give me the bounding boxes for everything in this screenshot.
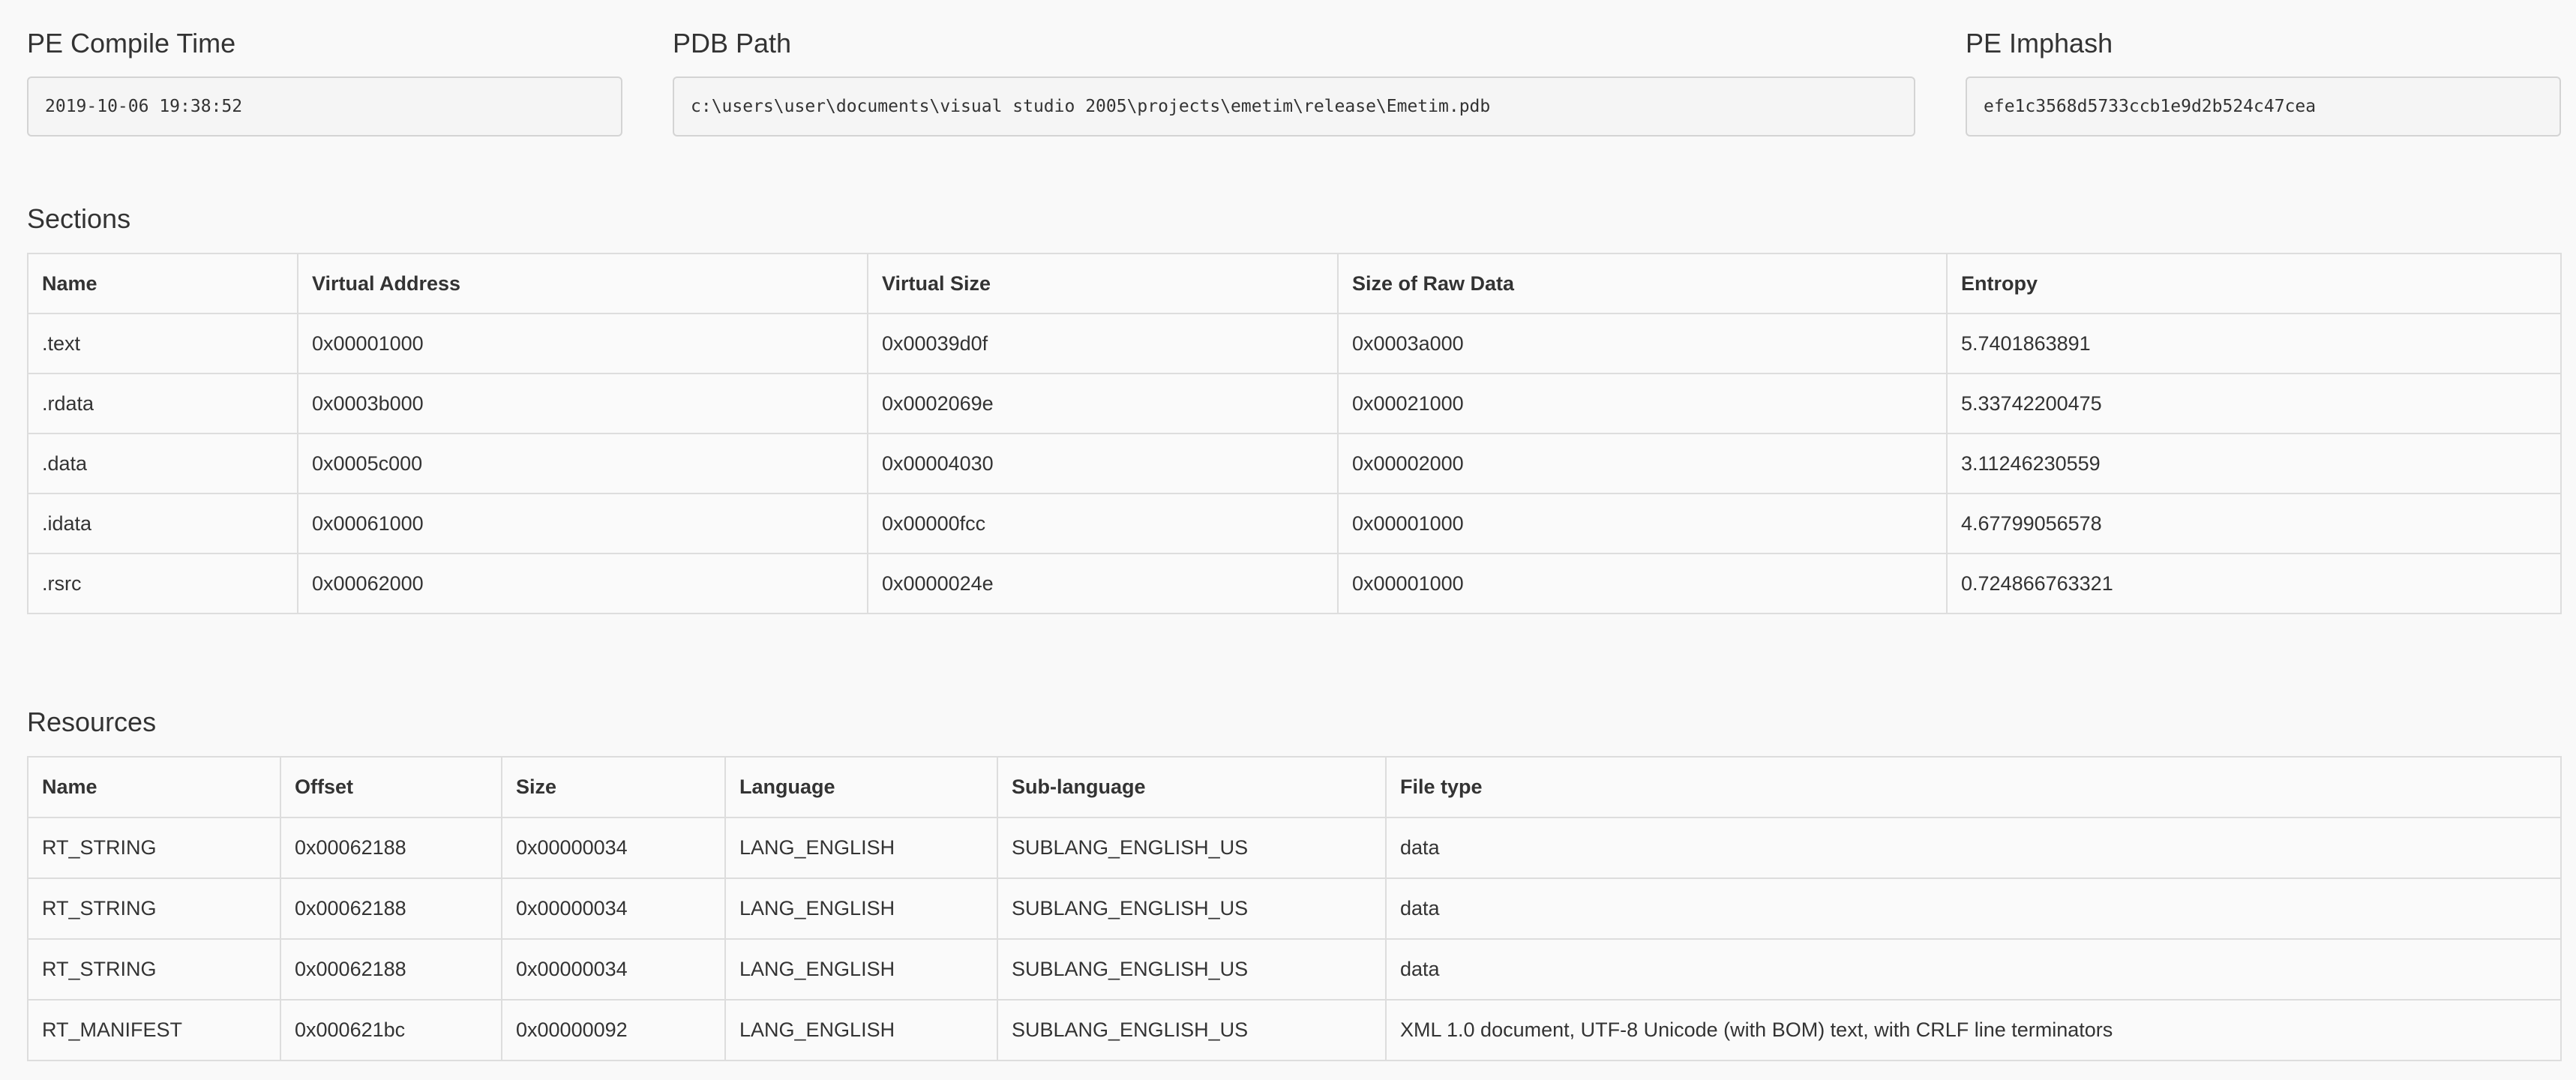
table-row: .text 0x00001000 0x00039d0f 0x0003a000 5… [27,313,2562,374]
table-row: .rsrc 0x00062000 0x0000024e 0x00001000 0… [27,553,2562,614]
resource-offset: 0x000621bc [280,999,502,1061]
resource-language: LANG_ENGLISH [724,938,998,1000]
imphash-label: PE Imphash [1966,28,2113,58]
page: PE Compile Time 2019-10-06 19:38:52 PDB … [0,0,2576,1080]
section-entropy: 5.7401863891 [1946,313,2562,374]
resource-file-type: data [1385,817,2562,879]
imphash-value[interactable]: efe1c3568d5733ccb1e9d2b524c47cea [1966,76,2561,136]
section-name: .data [27,433,298,494]
sections-header-row: Name Virtual Address Virtual Size Size o… [27,253,2562,314]
table-row: RT_STRING 0x00062188 0x00000034 LANG_ENG… [27,938,2562,1000]
section-name: .text [27,313,298,374]
table-row: RT_MANIFEST 0x000621bc 0x00000092 LANG_E… [27,999,2562,1061]
section-raw-size: 0x00021000 [1337,373,1948,434]
section-name: .rdata [27,373,298,434]
resources-header-row: Name Offset Size Language Sub-language F… [27,756,2562,818]
section-entropy: 4.67799056578 [1946,493,2562,554]
resource-name: RT_MANIFEST [27,999,281,1061]
resource-language: LANG_ENGLISH [724,878,998,940]
resource-name: RT_STRING [27,817,281,879]
resources-col-name: Name [27,756,281,818]
resource-name: RT_STRING [27,878,281,940]
resource-language: LANG_ENGLISH [724,817,998,879]
resource-file-type: XML 1.0 document, UTF-8 Unicode (with BO… [1385,999,2562,1061]
resource-size: 0x00000034 [501,817,726,879]
section-virtual-size: 0x00039d0f [867,313,1339,374]
resources-title: Resources [27,706,157,737]
resource-offset: 0x00062188 [280,878,502,940]
pdb-path-value[interactable]: c:\users\user\documents\visual studio 20… [673,76,1915,136]
imphash-field: PE Imphash efe1c3568d5733ccb1e9d2b524c47… [1966,27,2561,136]
resource-sub-language: SUBLANG_ENGLISH_US [997,999,1387,1061]
resources-table: Name Offset Size Language Sub-language F… [27,756,2562,1061]
section-virtual-size: 0x00000fcc [867,493,1339,554]
resource-offset: 0x00062188 [280,938,502,1000]
resource-size: 0x00000034 [501,938,726,1000]
section-entropy: 3.11246230559 [1946,433,2562,494]
compile-time-field: PE Compile Time 2019-10-06 19:38:52 [27,27,622,136]
section-entropy: 5.33742200475 [1946,373,2562,434]
table-row: .rdata 0x0003b000 0x0002069e 0x00021000 … [27,373,2562,434]
section-virtual-size: 0x00004030 [867,433,1339,494]
resource-file-type: data [1385,878,2562,940]
section-name: .idata [27,493,298,554]
resource-sub-language: SUBLANG_ENGLISH_US [997,938,1387,1000]
section-raw-size: 0x00001000 [1337,553,1948,614]
sections-title: Sections [27,203,131,234]
section-virtual-address: 0x00061000 [297,493,868,554]
resource-language: LANG_ENGLISH [724,999,998,1061]
resource-file-type: data [1385,938,2562,1000]
table-row: RT_STRING 0x00062188 0x00000034 LANG_ENG… [27,878,2562,940]
section-virtual-address: 0x0005c000 [297,433,868,494]
sections-col-virtual-size: Virtual Size [867,253,1339,314]
resource-size: 0x00000092 [501,999,726,1061]
pdb-path-label: PDB Path [673,28,792,58]
section-name: .rsrc [27,553,298,614]
resources-col-language: Language [724,756,998,818]
section-virtual-address: 0x0003b000 [297,373,868,434]
section-virtual-address: 0x00001000 [297,313,868,374]
section-virtual-size: 0x0000024e [867,553,1339,614]
section-raw-size: 0x00001000 [1337,493,1948,554]
resource-offset: 0x00062188 [280,817,502,879]
sections-col-entropy: Entropy [1946,253,2562,314]
section-raw-size: 0x00002000 [1337,433,1948,494]
resource-sub-language: SUBLANG_ENGLISH_US [997,817,1387,879]
compile-time-value[interactable]: 2019-10-06 19:38:52 [27,76,622,136]
sections-table: Name Virtual Address Virtual Size Size o… [27,253,2562,614]
section-raw-size: 0x0003a000 [1337,313,1948,374]
resources-col-offset: Offset [280,756,502,818]
resource-name: RT_STRING [27,938,281,1000]
section-virtual-size: 0x0002069e [867,373,1339,434]
sections-col-name: Name [27,253,298,314]
resource-size: 0x00000034 [501,878,726,940]
resources-col-size: Size [501,756,726,818]
sections-col-virtual-address: Virtual Address [297,253,868,314]
table-row: RT_STRING 0x00062188 0x00000034 LANG_ENG… [27,817,2562,879]
compile-time-label: PE Compile Time [27,28,236,58]
table-row: .idata 0x00061000 0x00000fcc 0x00001000 … [27,493,2562,554]
resource-sub-language: SUBLANG_ENGLISH_US [997,878,1387,940]
resources-col-sub-language: Sub-language [997,756,1387,818]
section-entropy: 0.724866763321 [1946,553,2562,614]
table-row: .data 0x0005c000 0x00004030 0x00002000 3… [27,433,2562,494]
pdb-path-field: PDB Path c:\users\user\documents\visual … [673,27,1915,136]
resources-col-file-type: File type [1385,756,2562,818]
section-virtual-address: 0x00062000 [297,553,868,614]
sections-col-raw-size: Size of Raw Data [1337,253,1948,314]
